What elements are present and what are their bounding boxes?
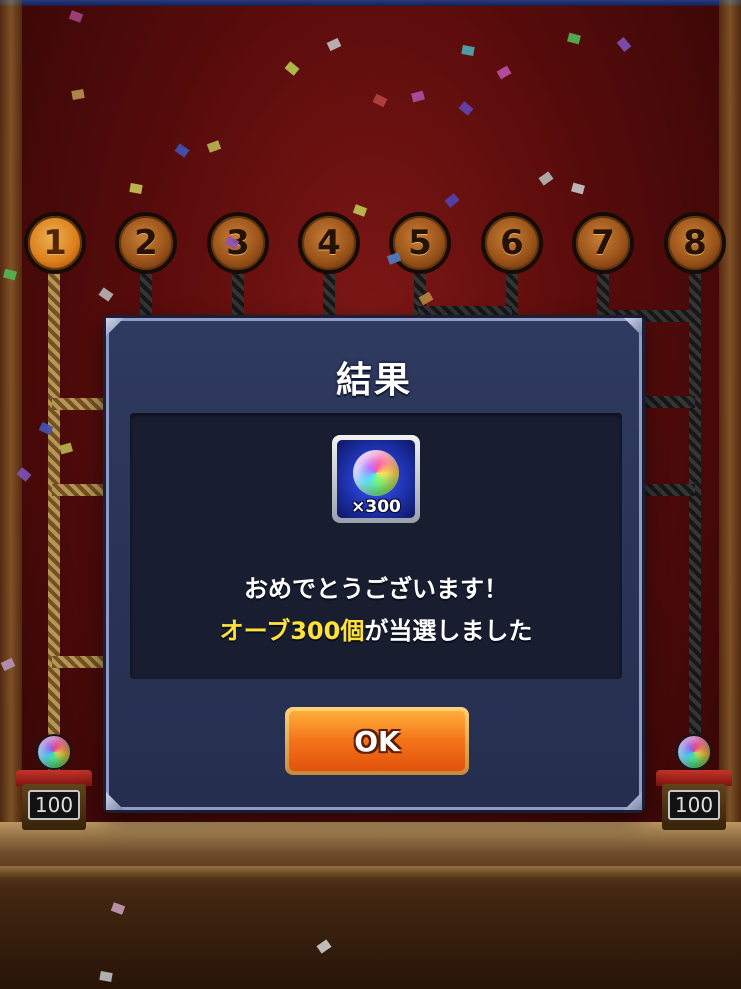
prize-item: ×300 bbox=[332, 435, 420, 523]
result-panel: ×300 おめでとうございます！ オーブ300個が当選しました bbox=[130, 413, 622, 679]
prize-icon-frame: ×300 bbox=[337, 440, 415, 518]
prize-message-rest: が当選しました bbox=[364, 617, 533, 645]
dialog-corner bbox=[106, 318, 124, 336]
prize-message: オーブ300個が当選しました bbox=[130, 611, 622, 646]
dialog-corner bbox=[624, 792, 642, 810]
ok-button[interactable]: OK bbox=[285, 707, 469, 775]
ok-button-label: OK bbox=[289, 711, 465, 771]
dialog-corner bbox=[106, 792, 124, 810]
prize-count: ×300 bbox=[351, 497, 401, 517]
result-dialog: 結果 ×300 おめでとうございます！ オーブ300個が当選しました OK bbox=[106, 318, 642, 810]
congrats-message: おめでとうございます！ bbox=[244, 575, 508, 603]
dialog-title: 結果 bbox=[335, 360, 412, 401]
prize-highlight: オーブ300個 bbox=[219, 617, 365, 645]
rainbow-orb-icon bbox=[353, 450, 399, 496]
dialog-corner bbox=[624, 318, 642, 336]
